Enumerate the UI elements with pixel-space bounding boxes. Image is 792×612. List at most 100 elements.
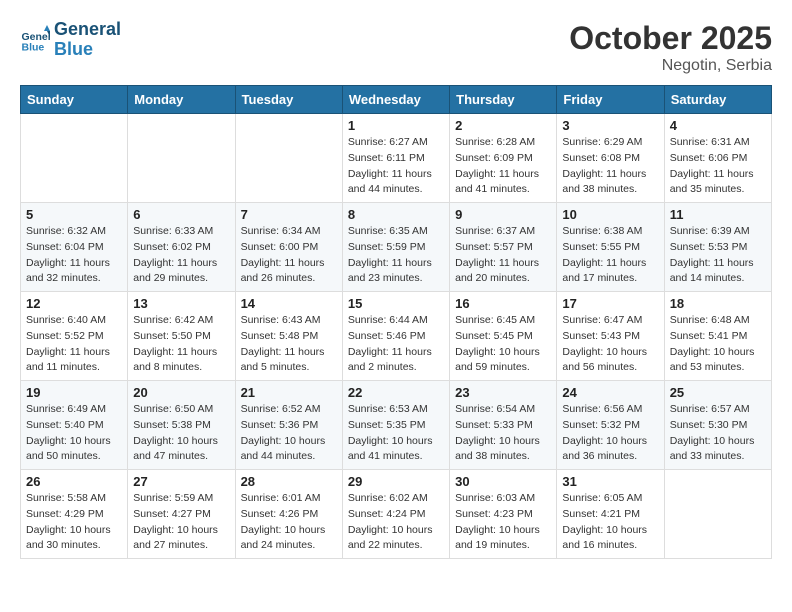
day-number: 5	[26, 207, 122, 222]
calendar-cell: 28 Sunrise: 6:01 AM Sunset: 4:26 PM Dayli…	[235, 470, 342, 559]
calendar-week-row: 5 Sunrise: 6:32 AM Sunset: 6:04 PM Daylig…	[21, 203, 772, 292]
calendar-cell: 27 Sunrise: 5:59 AM Sunset: 4:27 PM Dayli…	[128, 470, 235, 559]
day-info: Sunrise: 6:32 AM Sunset: 6:04 PM Dayligh…	[26, 224, 122, 287]
day-number: 24	[562, 385, 658, 400]
calendar-cell: 10 Sunrise: 6:38 AM Sunset: 5:55 PM Dayli…	[557, 203, 664, 292]
calendar-cell: 15Sunrise: 6:44 AM Sunset: 5:46 PM Dayli…	[342, 292, 449, 381]
calendar-cell: 12 Sunrise: 6:40 AM Sunset: 5:52 PM Dayli…	[21, 292, 128, 381]
day-number: 29	[348, 474, 444, 489]
day-info: Sunrise: 6:39 AM Sunset: 5:53 PM Dayligh…	[670, 224, 766, 287]
calendar-cell: 14 Sunrise: 6:43 AM Sunset: 5:48 PM Dayli…	[235, 292, 342, 381]
calendar-week-row: 26 Sunrise: 5:58 AM Sunset: 4:29 PM Dayli…	[21, 470, 772, 559]
calendar-cell: 3Sunrise: 6:29 AM Sunset: 6:08 PM Daylig…	[557, 114, 664, 203]
calendar-cell: 18Sunrise: 6:48 AM Sunset: 5:41 PM Dayli…	[664, 292, 771, 381]
day-info: Sunrise: 6:43 AM Sunset: 5:48 PM Dayligh…	[241, 313, 337, 376]
day-info: Sunrise: 6:42 AM Sunset: 5:50 PM Dayligh…	[133, 313, 229, 376]
day-number: 21	[241, 385, 337, 400]
calendar-cell: 4Sunrise: 6:31 AM Sunset: 6:06 PM Daylig…	[664, 114, 771, 203]
calendar-cell: 11 Sunrise: 6:39 AM Sunset: 5:53 PM Dayli…	[664, 203, 771, 292]
calendar-cell	[235, 114, 342, 203]
weekday-header-tuesday: Tuesday	[235, 86, 342, 114]
day-info: Sunrise: 6:40 AM Sunset: 5:52 PM Dayligh…	[26, 313, 122, 376]
day-number: 30	[455, 474, 551, 489]
logo-icon: General Blue	[20, 25, 50, 55]
day-info: Sunrise: 6:47 AM Sunset: 5:43 PM Dayligh…	[562, 313, 658, 376]
day-info: Sunrise: 6:29 AM Sunset: 6:08 PM Dayligh…	[562, 135, 658, 198]
svg-text:Blue: Blue	[22, 41, 45, 53]
day-info: Sunrise: 6:33 AM Sunset: 6:02 PM Dayligh…	[133, 224, 229, 287]
day-info: Sunrise: 6:28 AM Sunset: 6:09 PM Dayligh…	[455, 135, 551, 198]
calendar-cell: 25 Sunrise: 6:57 AM Sunset: 5:30 PM Dayli…	[664, 381, 771, 470]
day-info: Sunrise: 6:57 AM Sunset: 5:30 PM Dayligh…	[670, 402, 766, 465]
calendar-cell: 16Sunrise: 6:45 AM Sunset: 5:45 PM Dayli…	[450, 292, 557, 381]
day-number: 26	[26, 474, 122, 489]
calendar-cell: 21 Sunrise: 6:52 AM Sunset: 5:36 PM Dayli…	[235, 381, 342, 470]
day-number: 2	[455, 118, 551, 133]
day-info: Sunrise: 6:37 AM Sunset: 5:57 PM Dayligh…	[455, 224, 551, 287]
calendar-week-row: 12 Sunrise: 6:40 AM Sunset: 5:52 PM Dayli…	[21, 292, 772, 381]
calendar-cell: 6Sunrise: 6:33 AM Sunset: 6:02 PM Daylig…	[128, 203, 235, 292]
calendar-cell: 8 Sunrise: 6:35 AM Sunset: 5:59 PM Daylig…	[342, 203, 449, 292]
calendar-cell: 19Sunrise: 6:49 AM Sunset: 5:40 PM Dayli…	[21, 381, 128, 470]
calendar-cell: 24 Sunrise: 6:56 AM Sunset: 5:32 PM Dayli…	[557, 381, 664, 470]
day-number: 28	[241, 474, 337, 489]
calendar-cell: 20Sunrise: 6:50 AM Sunset: 5:38 PM Dayli…	[128, 381, 235, 470]
day-info: Sunrise: 6:34 AM Sunset: 6:00 PM Dayligh…	[241, 224, 337, 287]
day-number: 31	[562, 474, 658, 489]
day-number: 1	[348, 118, 444, 133]
day-info: Sunrise: 6:48 AM Sunset: 5:41 PM Dayligh…	[670, 313, 766, 376]
logo-text-general: General	[54, 20, 121, 40]
day-info: Sunrise: 6:03 AM Sunset: 4:23 PM Dayligh…	[455, 491, 551, 554]
weekday-header-sunday: Sunday	[21, 86, 128, 114]
weekday-header-thursday: Thursday	[450, 86, 557, 114]
calendar-title-area: October 2025 Negotin, Serbia	[569, 20, 772, 75]
calendar-cell: 30 Sunrise: 6:03 AM Sunset: 4:23 PM Dayli…	[450, 470, 557, 559]
calendar-cell	[21, 114, 128, 203]
day-number: 10	[562, 207, 658, 222]
calendar-cell: 31Sunrise: 6:05 AM Sunset: 4:21 PM Dayli…	[557, 470, 664, 559]
day-number: 20	[133, 385, 229, 400]
day-number: 25	[670, 385, 766, 400]
calendar-cell: 29 Sunrise: 6:02 AM Sunset: 4:24 PM Dayli…	[342, 470, 449, 559]
calendar-week-row: 1 Sunrise: 6:27 AM Sunset: 6:11 PM Daylig…	[21, 114, 772, 203]
day-info: Sunrise: 6:53 AM Sunset: 5:35 PM Dayligh…	[348, 402, 444, 465]
calendar-cell: 5 Sunrise: 6:32 AM Sunset: 6:04 PM Daylig…	[21, 203, 128, 292]
day-info: Sunrise: 6:02 AM Sunset: 4:24 PM Dayligh…	[348, 491, 444, 554]
day-info: Sunrise: 6:35 AM Sunset: 5:59 PM Dayligh…	[348, 224, 444, 287]
day-info: Sunrise: 6:44 AM Sunset: 5:46 PM Dayligh…	[348, 313, 444, 376]
calendar-cell: 26 Sunrise: 5:58 AM Sunset: 4:29 PM Dayli…	[21, 470, 128, 559]
day-number: 11	[670, 207, 766, 222]
weekday-header-monday: Monday	[128, 86, 235, 114]
weekday-header-wednesday: Wednesday	[342, 86, 449, 114]
day-info: Sunrise: 6:54 AM Sunset: 5:33 PM Dayligh…	[455, 402, 551, 465]
day-info: Sunrise: 6:52 AM Sunset: 5:36 PM Dayligh…	[241, 402, 337, 465]
day-number: 8	[348, 207, 444, 222]
calendar-cell	[664, 470, 771, 559]
day-number: 13	[133, 296, 229, 311]
day-number: 14	[241, 296, 337, 311]
calendar-cell: 23Sunrise: 6:54 AM Sunset: 5:33 PM Dayli…	[450, 381, 557, 470]
weekday-header-saturday: Saturday	[664, 86, 771, 114]
logo: General Blue General Blue	[20, 20, 121, 60]
weekday-header-row: SundayMondayTuesdayWednesdayThursdayFrid…	[21, 86, 772, 114]
calendar-cell: 9 Sunrise: 6:37 AM Sunset: 5:57 PM Daylig…	[450, 203, 557, 292]
day-info: Sunrise: 6:01 AM Sunset: 4:26 PM Dayligh…	[241, 491, 337, 554]
day-number: 27	[133, 474, 229, 489]
day-info: Sunrise: 6:38 AM Sunset: 5:55 PM Dayligh…	[562, 224, 658, 287]
day-info: Sunrise: 5:59 AM Sunset: 4:27 PM Dayligh…	[133, 491, 229, 554]
day-info: Sunrise: 5:58 AM Sunset: 4:29 PM Dayligh…	[26, 491, 122, 554]
day-info: Sunrise: 6:49 AM Sunset: 5:40 PM Dayligh…	[26, 402, 122, 465]
day-info: Sunrise: 6:27 AM Sunset: 6:11 PM Dayligh…	[348, 135, 444, 198]
calendar-cell	[128, 114, 235, 203]
calendar-cell: 7 Sunrise: 6:34 AM Sunset: 6:00 PM Daylig…	[235, 203, 342, 292]
day-number: 12	[26, 296, 122, 311]
day-number: 17	[562, 296, 658, 311]
day-info: Sunrise: 6:45 AM Sunset: 5:45 PM Dayligh…	[455, 313, 551, 376]
calendar-cell: 1 Sunrise: 6:27 AM Sunset: 6:11 PM Daylig…	[342, 114, 449, 203]
day-number: 9	[455, 207, 551, 222]
calendar-week-row: 19Sunrise: 6:49 AM Sunset: 5:40 PM Dayli…	[21, 381, 772, 470]
day-info: Sunrise: 6:56 AM Sunset: 5:32 PM Dayligh…	[562, 402, 658, 465]
day-number: 7	[241, 207, 337, 222]
calendar-cell: 22Sunrise: 6:53 AM Sunset: 5:35 PM Dayli…	[342, 381, 449, 470]
calendar-cell: 2 Sunrise: 6:28 AM Sunset: 6:09 PM Daylig…	[450, 114, 557, 203]
